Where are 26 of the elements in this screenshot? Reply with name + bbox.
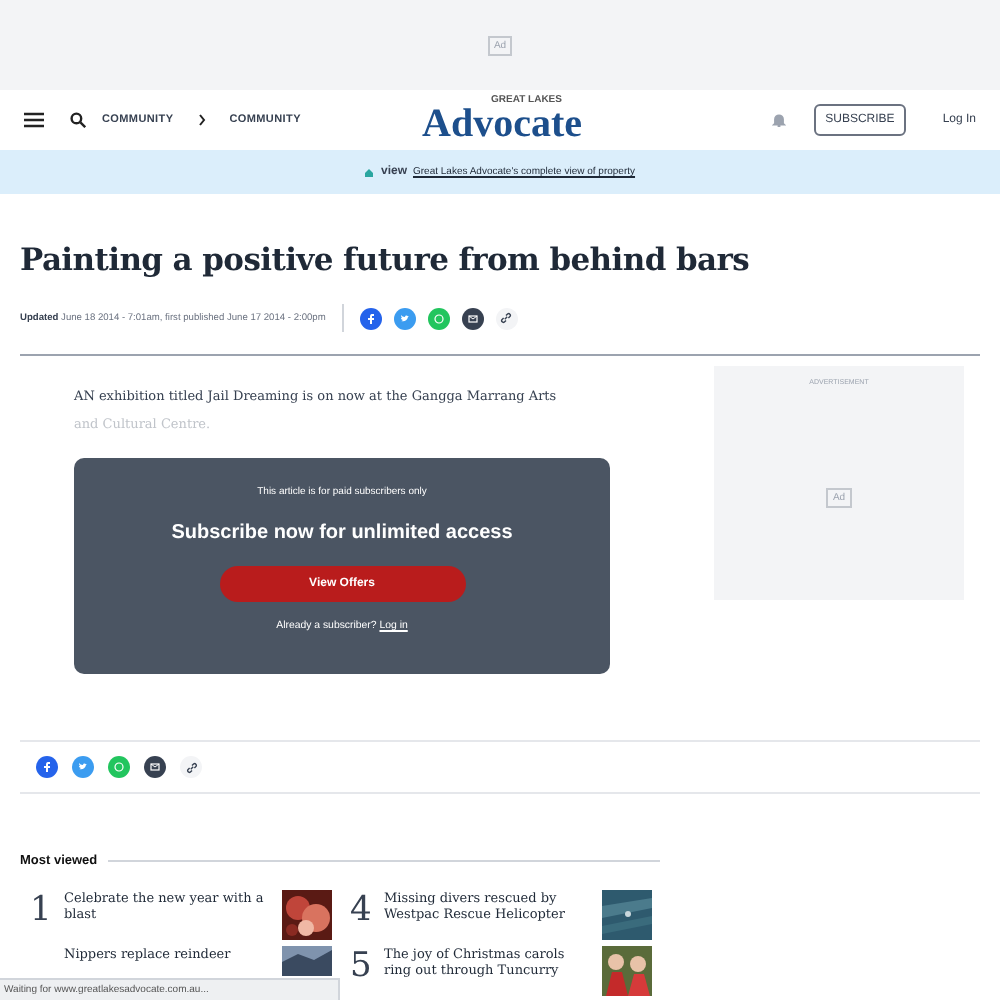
email-share-button[interactable] [461, 307, 484, 329]
link-icon [185, 761, 197, 773]
facebook-share-button[interactable] [36, 756, 58, 778]
rank-number: 4 [350, 890, 374, 930]
chevron-icon [197, 114, 206, 126]
twitter-share-button[interactable] [72, 756, 94, 778]
facebook-icon [42, 762, 52, 772]
article-title: Painting a positive future from behind bars [20, 240, 752, 278]
email-share-button[interactable] [144, 756, 166, 778]
facebook-share-button[interactable] [359, 307, 382, 329]
link-share-button[interactable] [495, 307, 518, 329]
mail-icon [150, 762, 160, 772]
facebook-icon [365, 313, 376, 323]
house-icon [364, 167, 375, 177]
bell-icon[interactable] [771, 112, 786, 128]
link-icon [500, 312, 513, 324]
search-icon[interactable] [70, 112, 86, 128]
rank-number: 1 [30, 890, 54, 930]
bird-icon [78, 762, 88, 772]
menu-icon[interactable] [24, 112, 44, 128]
link-share-button[interactable] [180, 756, 202, 778]
twitter-share-button[interactable] [393, 307, 416, 329]
bird-icon [399, 313, 410, 323]
mail-icon [467, 313, 478, 323]
rank-number: 5 [350, 946, 374, 986]
paywall-heading: Subscribe now for unlimited access [171, 522, 513, 544]
